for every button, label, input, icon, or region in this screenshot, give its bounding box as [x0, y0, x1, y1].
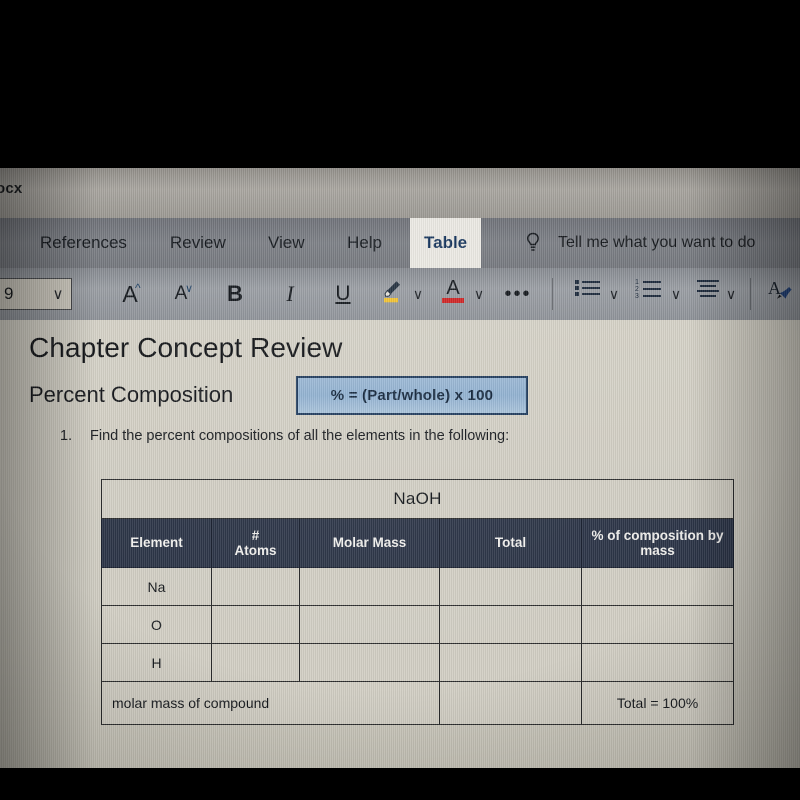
tell-me-search[interactable]: Tell me what you want to do — [558, 228, 755, 258]
cell-total-na[interactable] — [439, 567, 582, 606]
cell-total-h[interactable] — [439, 643, 582, 682]
question-text: Find the percent compositions of all the… — [90, 428, 510, 444]
cell-molar-mass-of-compound-label[interactable]: molar mass of compound — [101, 681, 440, 725]
format-painter-icon: A — [768, 278, 792, 299]
svg-text:2: 2 — [635, 286, 639, 293]
header-num-atoms: # Atoms — [211, 518, 300, 568]
cell-element-na[interactable]: Na — [101, 567, 212, 606]
align-chevron-down-icon[interactable]: ∨ — [722, 277, 740, 311]
cell-atoms-na[interactable] — [211, 567, 300, 606]
numbered-list-chevron-down-icon[interactable]: ∨ — [667, 277, 685, 311]
cell-element-h[interactable]: H — [101, 643, 212, 682]
cell-molar-mass-o[interactable] — [299, 605, 440, 644]
italic-button[interactable]: I — [277, 277, 303, 311]
formatting-toolbar: ∨ 9 ∨ A ^ A ∨ B I U — [0, 268, 800, 320]
svg-text:3: 3 — [635, 293, 639, 299]
compound-title-cell: NaOH — [100, 479, 735, 519]
font-size-chevron-down-icon[interactable]: ∨ — [45, 285, 71, 303]
table-row: O — [101, 605, 735, 644]
header-element: Element — [101, 518, 212, 568]
more-options-button[interactable]: ••• — [500, 277, 536, 311]
tab-help[interactable]: Help — [347, 228, 382, 258]
cell-percent-o[interactable] — [580, 605, 735, 644]
bullet-list-icon — [575, 280, 600, 296]
photographed-screen: ocx References Review View Help Table Te… — [0, 0, 800, 800]
numbered-list-button[interactable]: 1 2 3 — [634, 277, 666, 311]
align-button[interactable] — [694, 277, 722, 311]
cell-molar-mass-h[interactable] — [299, 643, 440, 682]
table-footer-row: molar mass of compound Total = 100% — [101, 681, 735, 725]
document-filename: ocx — [0, 180, 23, 197]
bullet-list-chevron-down-icon[interactable]: ∨ — [605, 277, 623, 311]
text-highlight-button[interactable] — [380, 277, 406, 311]
highlighter-pen-icon — [384, 281, 400, 303]
table-title-row: NaOH — [100, 479, 735, 519]
toolbar-separator-1 — [552, 278, 553, 310]
font-size-value: 9 — [0, 280, 45, 308]
caret-down-icon: ∨ — [185, 283, 194, 295]
bottom-letterbox-band — [0, 768, 800, 800]
cell-atoms-o[interactable] — [211, 605, 300, 644]
header-percent-line2: mass — [640, 543, 675, 558]
font-color-button[interactable]: A — [440, 277, 466, 311]
cell-percent-na[interactable] — [580, 567, 735, 606]
question-number: 1. — [60, 428, 73, 444]
cell-atoms-h[interactable] — [211, 643, 300, 682]
table-row: H — [101, 643, 735, 682]
ribbon-tab-strip: References Review View Help Table Tell m… — [0, 218, 800, 268]
header-percent-composition: % of composition by mass — [580, 518, 735, 568]
table-header-row: Element # Atoms Molar Mass Total % of co… — [101, 518, 735, 568]
header-num-atoms-line1: # — [251, 527, 260, 543]
laptop-screen: ocx References Review View Help Table Te… — [0, 166, 800, 770]
bullet-list-button[interactable] — [573, 277, 603, 311]
format-painter-button[interactable]: A — [766, 277, 796, 311]
header-total: Total — [439, 518, 582, 568]
section-heading: Percent Composition — [29, 382, 234, 407]
underline-button[interactable]: U — [330, 277, 356, 311]
shrink-font-button[interactable]: A ∨ — [165, 277, 197, 311]
cell-footer-total[interactable]: Total = 100% — [580, 681, 735, 725]
cell-footer-middle[interactable] — [439, 681, 582, 725]
header-percent-line1: % of composition by — [591, 527, 724, 543]
composition-table: NaOH Element # Atoms Molar Mass Total % … — [100, 479, 735, 725]
font-size-selector[interactable]: ∨ 9 ∨ — [0, 278, 72, 310]
tab-table[interactable]: Table — [410, 218, 482, 268]
cell-molar-mass-na[interactable] — [299, 567, 440, 606]
numbered-list-icon: 1 2 3 — [635, 279, 661, 300]
highlight-chevron-down-icon[interactable]: ∨ — [409, 277, 427, 311]
tab-review[interactable]: Review — [170, 228, 226, 258]
font-color-icon: A — [446, 277, 460, 299]
top-letterbox-band — [0, 0, 800, 168]
cell-total-o[interactable] — [439, 605, 582, 644]
page-title: Chapter Concept Review — [29, 332, 343, 363]
grow-font-button[interactable]: A ^ — [113, 277, 147, 311]
font-color-chevron-down-icon[interactable]: ∨ — [470, 277, 488, 311]
svg-text:A: A — [768, 278, 781, 298]
table-row: Na — [101, 567, 735, 606]
caret-up-icon: ^ — [135, 281, 141, 295]
header-molar-mass: Molar Mass — [299, 518, 440, 568]
cell-element-o[interactable]: O — [101, 605, 212, 644]
window-title-bar: ocx — [0, 166, 800, 218]
svg-text:1: 1 — [635, 279, 639, 286]
bold-button[interactable]: B — [222, 277, 248, 311]
formula-callout: % = (Part/whole) x 100 — [296, 376, 528, 415]
tab-references[interactable]: References — [40, 228, 127, 258]
lightbulb-icon — [525, 232, 541, 254]
align-center-icon — [697, 280, 719, 297]
header-num-atoms-line2: Atoms — [234, 543, 277, 558]
cell-percent-h[interactable] — [580, 643, 735, 682]
tab-view[interactable]: View — [268, 228, 305, 258]
toolbar-separator-2 — [750, 278, 751, 310]
